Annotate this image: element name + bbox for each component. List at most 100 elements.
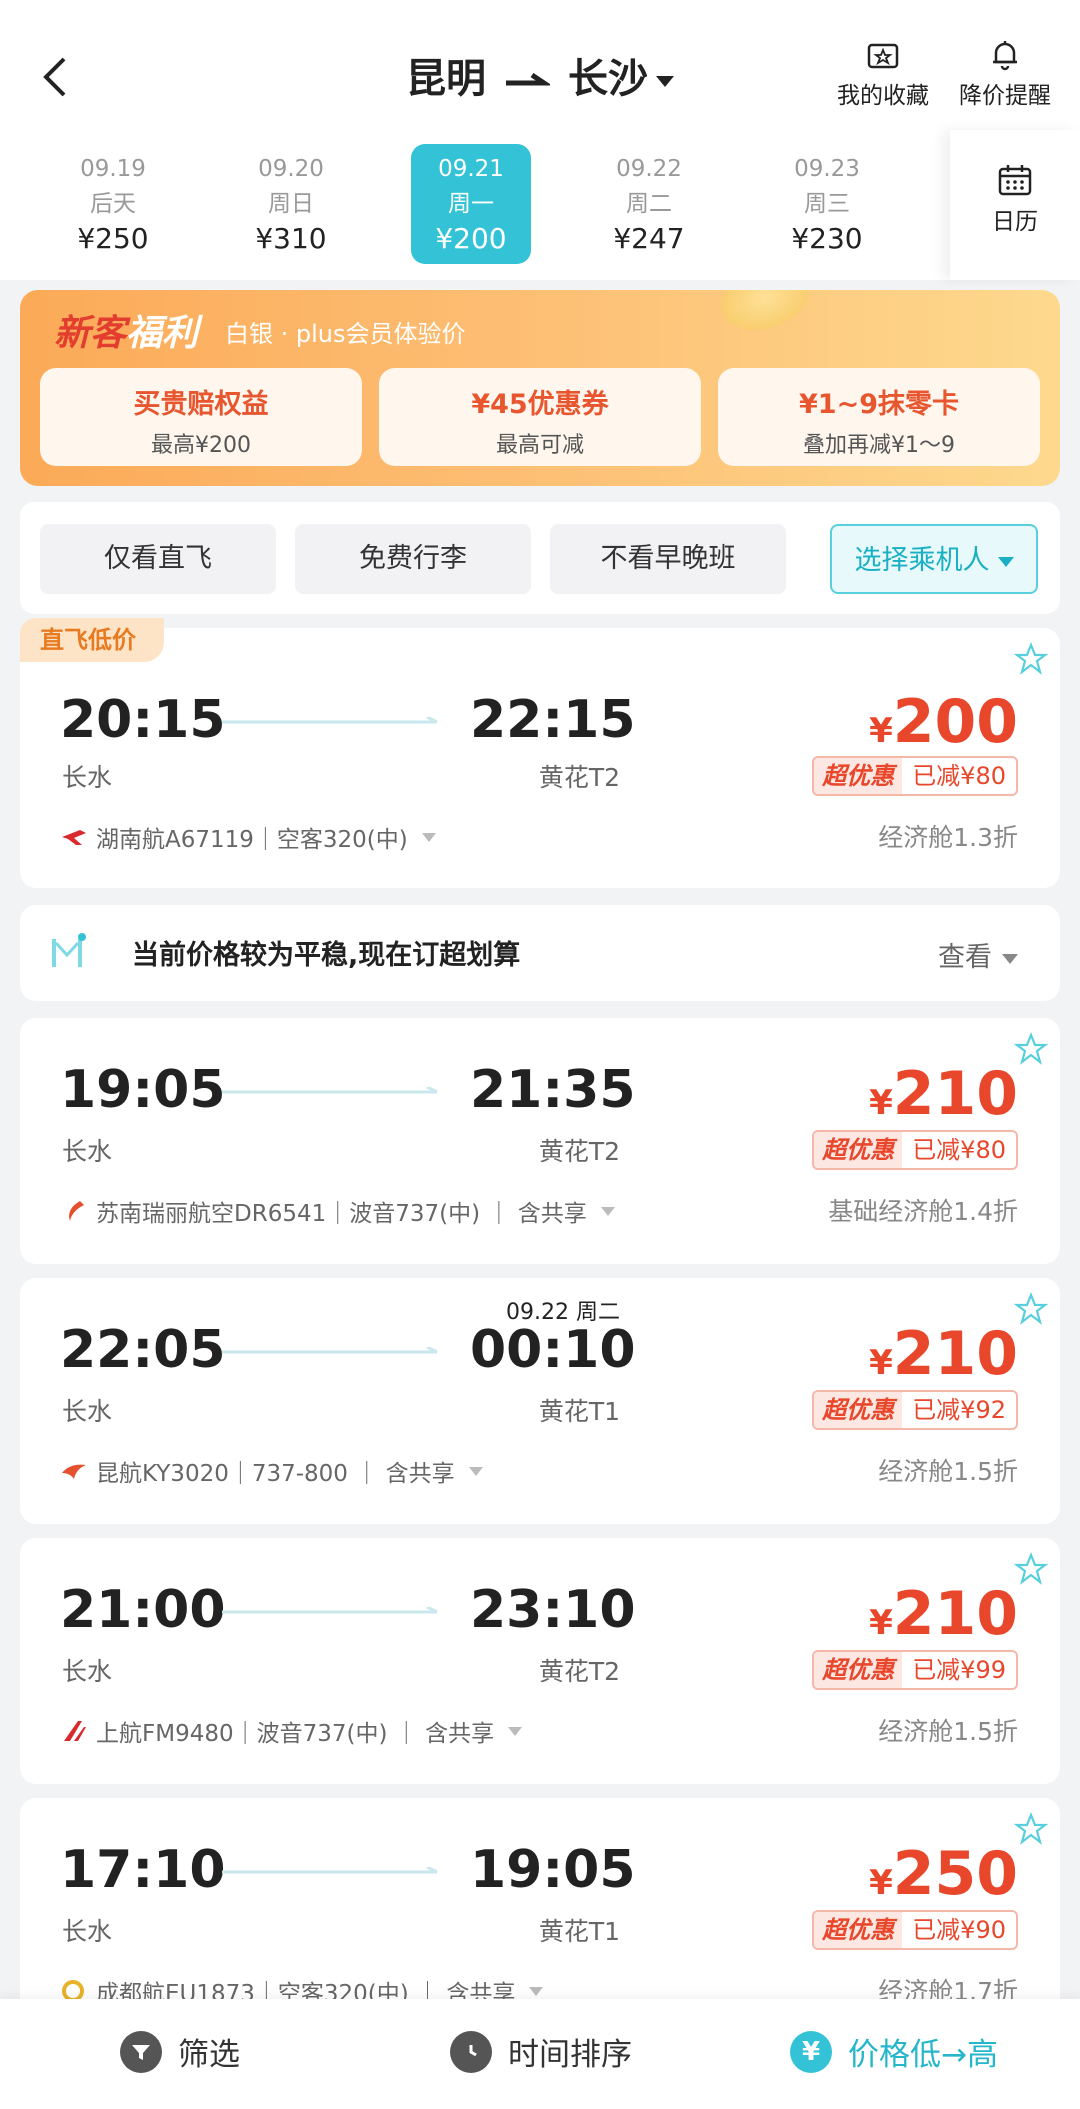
discount-tag: 超优惠 已减¥99 — [812, 1650, 1018, 1690]
perk-title: ¥1~9抹零卡 — [799, 389, 959, 420]
price-value: 210 — [892, 1579, 1018, 1649]
price-sort-label: 价格低→高 — [848, 2037, 998, 2073]
new-user-promo-banner[interactable]: 新客福利 白银 · plus会员体验价 买贵赔权益 最高¥200 ¥45优惠券 … — [20, 290, 1060, 486]
time-sort-label: 时间排序 — [508, 2037, 632, 2073]
hunan-airlines-logo-icon — [62, 830, 86, 845]
airline-text: 上航FM9480｜波音737(中) ｜ 含共享 — [96, 1721, 495, 1747]
discount-tag-label: 超优惠 — [814, 1912, 903, 1948]
date-option[interactable]: 09.23 周三 ¥230 — [767, 144, 887, 264]
notice-view-link[interactable]: 查看 — [938, 935, 1018, 974]
top-header: 昆明 长沙 我的收藏 降价提醒 — [0, 0, 1080, 130]
filter-direct-only[interactable]: 仅看直飞 — [40, 524, 276, 594]
price-alert-button[interactable]: 降价提醒 — [950, 38, 1060, 110]
date-price: ¥250 — [77, 222, 149, 255]
filter-no-early-late[interactable]: 不看早晚班 — [550, 524, 786, 594]
weekday-label: 周日 — [268, 191, 314, 217]
airline-info[interactable]: 昆航KY3020｜737-800 ｜ 含共享 — [60, 1454, 483, 1488]
select-passenger-button[interactable]: 选择乘机人 — [830, 524, 1038, 594]
perk-title: 买贵赔权益 — [133, 389, 269, 420]
star-icon[interactable] — [1014, 1292, 1048, 1326]
flight-price: ¥200 — [869, 692, 1018, 761]
discount-amount: 已减¥80 — [912, 762, 1006, 790]
time-sort-tab[interactable]: 时间排序 — [450, 2029, 632, 2074]
flight-route-line — [222, 717, 438, 724]
date-option[interactable]: 09.20 周日 ¥310 — [231, 144, 351, 264]
yen-icon: ¥ — [790, 2030, 832, 2073]
flight-card[interactable]: 19:05 21:35 长水 黄花T2 ¥210 超优惠 已减¥80 苏南瑞丽航空… — [20, 1018, 1060, 1264]
discount-tag: 超优惠 已减¥92 — [812, 1390, 1018, 1430]
arrival-airport: 黄花T2 — [538, 763, 620, 792]
bottom-sort-bar: 筛选 时间排序 ¥ 价格低→高 — [0, 1999, 1080, 2109]
departure-time: 21:00 — [60, 1580, 226, 1640]
price-sort-tab[interactable]: ¥ 价格低→高 — [790, 2029, 998, 2074]
perk-price-protection[interactable]: 买贵赔权益 最高¥200 — [40, 368, 362, 466]
date-option-selected[interactable]: 09.21 周一 ¥200 — [411, 144, 531, 264]
arrival-time: 23:10 — [470, 1580, 636, 1640]
filter-tab[interactable]: 筛选 — [120, 2029, 240, 2074]
chevron-down-icon — [997, 556, 1014, 567]
arrival-airport: 黄花T1 — [538, 1397, 620, 1426]
notice-text: 当前价格较为平稳,现在订超划算 — [132, 940, 521, 971]
my-favorites-button[interactable]: 我的收藏 — [828, 38, 938, 110]
chevron-down-icon — [656, 75, 674, 87]
discount-amount: 已减¥80 — [912, 1136, 1006, 1164]
shanghai-airlines-logo-icon — [64, 1721, 86, 1741]
airline-info[interactable]: 苏南瑞丽航空DR6541｜波音737(中) ｜ 含共享 — [60, 1194, 615, 1228]
star-icon[interactable] — [1014, 1552, 1048, 1586]
route-arrow-icon — [506, 73, 550, 86]
cabin-discount: 经济舱1.5折 — [878, 1717, 1018, 1746]
weekday-label: 周二 — [626, 191, 672, 217]
discount-tag-label: 超优惠 — [814, 1132, 903, 1168]
arrival-airport: 黄花T2 — [538, 1137, 620, 1166]
star-icon[interactable] — [1014, 1032, 1048, 1066]
price-trend-icon — [52, 933, 86, 967]
date-option[interactable]: 09.19 后天 ¥250 — [53, 144, 173, 264]
coin-decoration — [712, 290, 818, 341]
flight-card[interactable]: 21:00 23:10 长水 黄花T2 ¥210 超优惠 已减¥99 上航FM94… — [20, 1538, 1060, 1784]
kunming-airlines-logo-icon — [62, 1464, 86, 1479]
perk-subtitle: 叠加再减¥1～9 — [803, 433, 955, 458]
flight-card[interactable]: 09.22 周二 22:05 00:10 长水 黄花T1 ¥210 超优惠 已减¥… — [20, 1278, 1060, 1524]
chevron-down-icon — [468, 1466, 483, 1476]
promo-title-rest: 福利 — [126, 313, 199, 354]
price-trend-notice[interactable]: 当前价格较为平稳,现在订超划算 查看 — [20, 905, 1060, 1001]
departure-time: 20:15 — [60, 690, 226, 750]
star-icon[interactable] — [1014, 1812, 1048, 1846]
departure-time: 19:05 — [60, 1060, 226, 1120]
flight-card[interactable]: 直飞低价 20:15 22:15 长水 黄花T2 ¥200 超优惠 已减¥80 湖… — [20, 618, 1060, 888]
date-price: ¥310 — [255, 222, 327, 255]
price-value: 210 — [892, 1319, 1018, 1389]
price-alert-label: 降价提醒 — [959, 83, 1051, 109]
date-label: 09.22 — [616, 156, 682, 182]
arrival-time: 19:05 — [470, 1840, 636, 1900]
discount-amount: 已减¥90 — [912, 1916, 1006, 1944]
perk-coupon[interactable]: ¥45优惠券 最高可减 — [379, 368, 701, 466]
discount-amount: 已减¥92 — [912, 1396, 1006, 1424]
calendar-button[interactable]: 日历 — [950, 130, 1080, 280]
flight-route-line — [222, 1347, 438, 1354]
filter-free-baggage[interactable]: 免费行李 — [295, 524, 531, 594]
perk-rounding-card[interactable]: ¥1~9抹零卡 叠加再减¥1～9 — [718, 368, 1040, 466]
weekday-label: 周三 — [804, 191, 850, 217]
date-strip: 09.19 后天 ¥250 09.20 周日 ¥310 09.21 周一 ¥20… — [0, 130, 1080, 280]
airline-text: 湖南航A67119｜空客320(中) — [96, 827, 408, 853]
flight-price: ¥210 — [869, 1584, 1018, 1653]
flight-price: ¥210 — [869, 1324, 1018, 1393]
chevron-down-icon — [421, 832, 436, 842]
perk-subtitle: 最高¥200 — [151, 433, 251, 458]
promo-title: 新客福利 — [54, 304, 198, 356]
airline-info[interactable]: 湖南航A67119｜空客320(中) — [60, 820, 436, 854]
yen-symbol: ¥ — [869, 711, 893, 751]
date-option[interactable]: 09.22 周二 ¥247 — [589, 144, 709, 264]
airline-text: 苏南瑞丽航空DR6541｜波音737(中) ｜ 含共享 — [96, 1201, 587, 1227]
airline-text: 昆航KY3020｜737-800 ｜ 含共享 — [96, 1461, 455, 1487]
star-icon[interactable] — [1014, 642, 1048, 676]
chevron-down-icon — [508, 1726, 523, 1736]
date-price: ¥247 — [613, 222, 685, 255]
select-passenger-label: 选择乘机人 — [854, 545, 990, 576]
departure-airport: 长水 — [62, 763, 113, 792]
flight-route-line — [222, 1867, 438, 1874]
airline-info[interactable]: 上航FM9480｜波音737(中) ｜ 含共享 — [60, 1714, 523, 1748]
promo-subtitle: 白银 · plus会员体验价 — [225, 320, 466, 348]
filter-tab-label: 筛选 — [178, 2037, 240, 2073]
